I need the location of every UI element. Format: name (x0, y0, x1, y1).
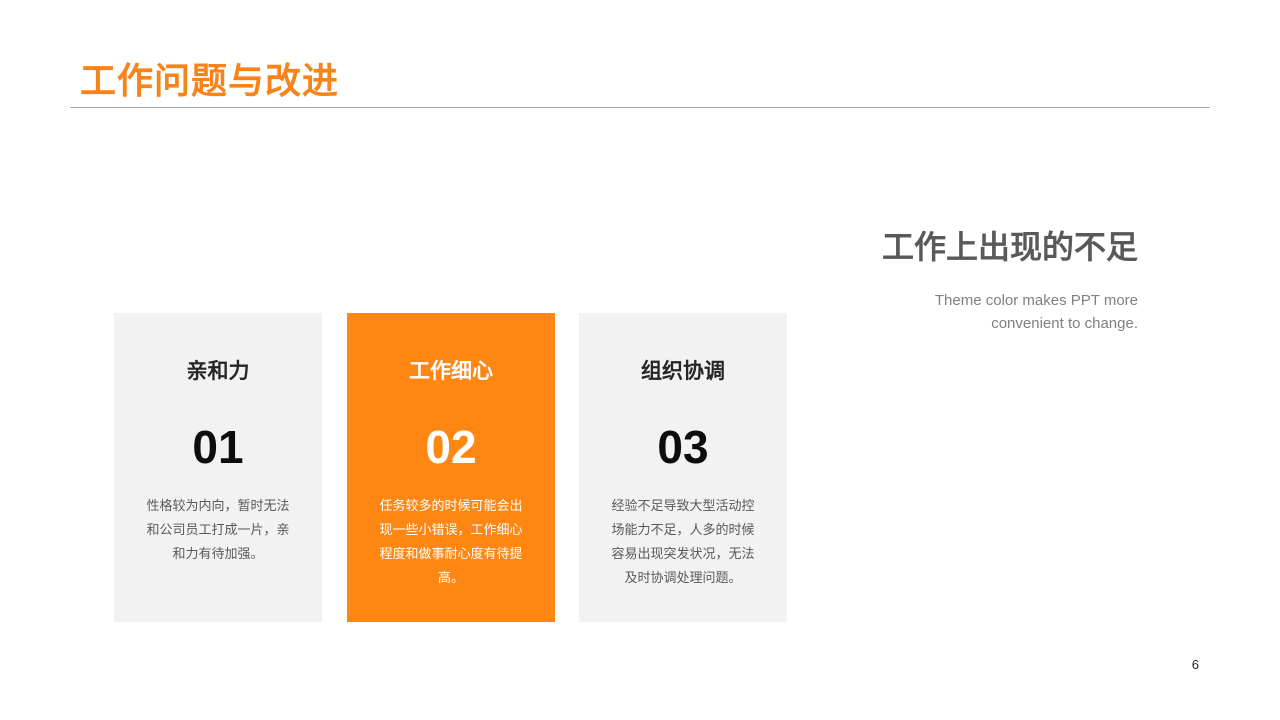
card-title: 组织协调 (641, 359, 725, 383)
card-title: 工作细心 (409, 359, 493, 383)
card-description: 任务较多的时候可能会出现一些小错误，工作细心程度和做事耐心度有待提高。 (379, 499, 523, 586)
card-title: 亲和力 (186, 359, 250, 383)
page-title: 工作问题与改进 (80, 61, 340, 102)
card-description: 经验不足导致大型活动控场能力不足，人多的时候容易出现突发状况，无法及时协调处理问… (611, 499, 755, 586)
card-description: 性格较为内向，暂时无法和公司员工打成一片，亲和力有待加强。 (146, 499, 290, 562)
card-number: 01 (192, 421, 244, 473)
card-coordination: 组织协调 03 经验不足导致大型活动控场能力不足，人多的时候容易出现突发状况，无… (579, 313, 787, 622)
side-heading: 工作上出现的不足 (881, 228, 1138, 266)
card-carefulness: 工作细心 02 任务较多的时候可能会出现一些小错误，工作细心程度和做事耐心度有待… (347, 313, 555, 622)
card-affinity: 亲和力 01 性格较为内向，暂时无法和公司员工打成一片，亲和力有待加强。 (114, 313, 322, 622)
card-number: 03 (657, 421, 709, 473)
side-subtitle: Theme color makes PPT more convenient to… (934, 292, 1138, 332)
page-number: 6 (1191, 657, 1199, 672)
card-number: 02 (425, 421, 477, 473)
title-divider (70, 107, 1210, 108)
